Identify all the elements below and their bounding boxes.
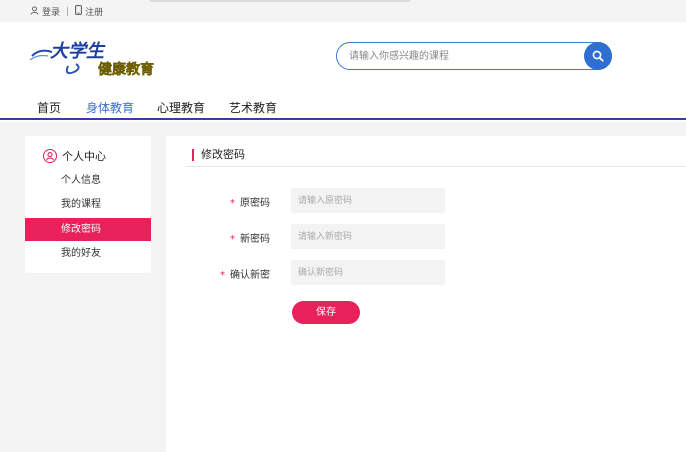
new-password-label: 新密码 — [240, 234, 270, 245]
content-area: 个人中心 个人信息 我的课程 修改密码 我的好友 修改密码 * 原密码 * 新密码 … — [0, 122, 686, 452]
search-box — [336, 42, 612, 70]
old-password-label: 原密码 — [240, 198, 270, 209]
required-mark: * — [230, 234, 235, 245]
top-bar: 登录 | 注册 — [0, 0, 686, 22]
site-logo[interactable]: 大学生 健康教育 — [28, 38, 193, 78]
user-icon — [30, 5, 39, 18]
topbar-separator: | — [66, 6, 70, 17]
required-mark: * — [220, 270, 225, 281]
form-row-confirm-password: * 确认新密 — [0, 260, 270, 285]
search-input[interactable] — [349, 48, 574, 64]
user-circle-icon — [43, 149, 57, 163]
logo-line2: 健康教育 — [98, 61, 154, 78]
login-link[interactable]: 登录 — [42, 5, 60, 18]
field-label: * 原密码 — [230, 194, 270, 209]
field-label: * 确认新密 — [220, 266, 270, 281]
save-button[interactable]: 保存 — [292, 301, 360, 324]
sidebar-header: 个人中心 — [43, 148, 106, 164]
new-password-input[interactable] — [291, 224, 445, 249]
confirm-password-input[interactable] — [291, 260, 445, 285]
sidebar-title: 个人中心 — [62, 150, 106, 163]
page-title: 修改密码 — [192, 149, 245, 161]
logo-line1: 大学生 — [50, 41, 106, 62]
top-shadow — [150, 0, 410, 2]
form-row-old-password: * 原密码 — [0, 188, 270, 213]
search-button[interactable] — [584, 42, 612, 70]
title-divider — [186, 166, 686, 167]
confirm-password-label: 确认新密 — [230, 270, 270, 281]
required-mark: * — [230, 198, 235, 209]
nav-item-home[interactable]: 首页 — [37, 99, 61, 116]
phone-icon — [75, 5, 82, 18]
nav-item-physical[interactable]: 身体教育 — [86, 99, 134, 116]
main-panel: 修改密码 — [166, 136, 686, 452]
form-row-new-password: * 新密码 — [0, 224, 270, 249]
old-password-input[interactable] — [291, 188, 445, 213]
nav-item-art[interactable]: 艺术教育 — [229, 99, 277, 116]
search-icon — [592, 47, 604, 66]
field-label: * 新密码 — [230, 230, 270, 245]
register-link[interactable]: 注册 — [85, 5, 103, 18]
nav-item-mental[interactable]: 心理教育 — [157, 99, 205, 116]
main-nav: 首页 身体教育 心理教育 艺术教育 — [0, 92, 686, 120]
